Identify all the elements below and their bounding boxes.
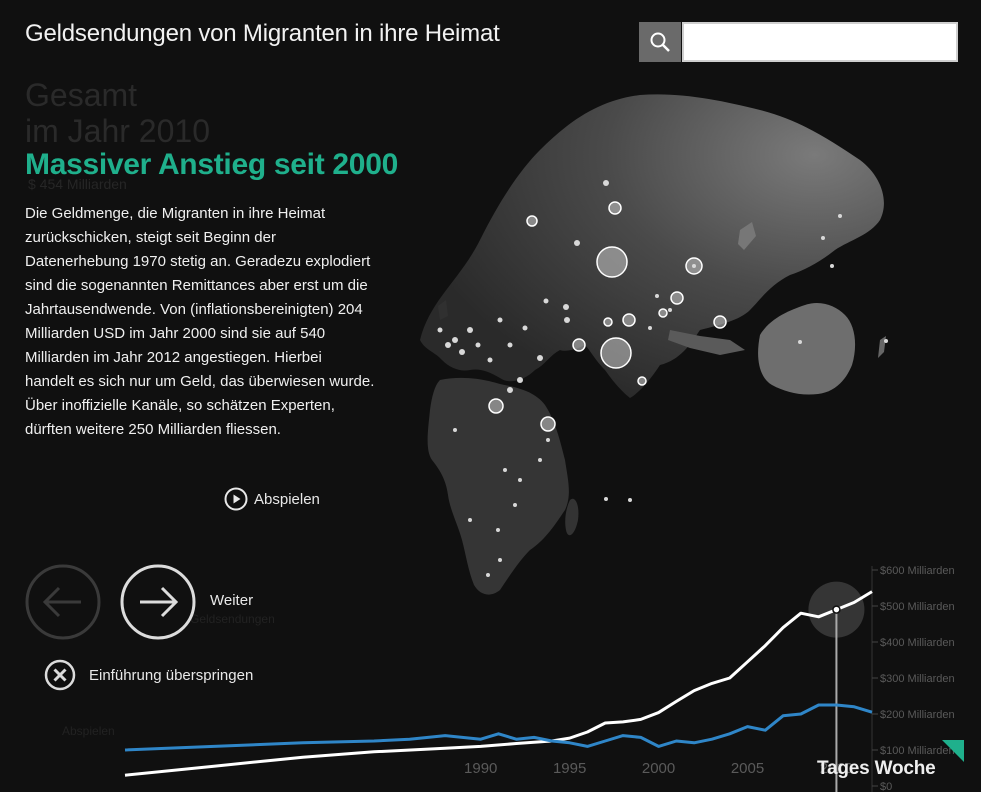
bubble-india[interactable]	[600, 337, 632, 369]
land-newzealand	[878, 336, 886, 358]
play-label: Abspielen	[254, 490, 320, 508]
bubble-bangladesh[interactable]	[622, 313, 636, 327]
bubble-pakistan[interactable]	[572, 338, 586, 352]
y-tick-label: $500 Milliarden	[880, 601, 955, 613]
y-tick-label: $100 Milliarden	[880, 745, 955, 757]
intro-body: Die Geldmenge, die Migranten in ihre Hei…	[25, 205, 375, 438]
series-line-secondary	[124, 703, 873, 752]
series-line-total	[124, 590, 873, 777]
search-icon	[650, 32, 670, 52]
land-madagascar	[565, 498, 579, 536]
ghost-total-label: Gesamt	[25, 77, 138, 113]
y-tick-label: $0	[880, 781, 892, 792]
search-button[interactable]	[639, 22, 681, 62]
bubble-vietnam[interactable]	[670, 291, 684, 305]
bubble-russia[interactable]	[608, 201, 622, 215]
play-button[interactable]: Abspielen	[224, 486, 320, 512]
x-tick-label: 1990	[464, 760, 497, 777]
bubble-kazakhstan[interactable]	[526, 215, 538, 227]
y-tick-label: $400 Milliarden	[880, 637, 955, 649]
page-title: Geldsendungen von Migranten in ihre Heim…	[25, 20, 500, 47]
highlight-point	[832, 605, 841, 614]
land-australia	[758, 303, 856, 395]
x-tick-label: 2005	[731, 760, 764, 777]
y-tick-label: $300 Milliarden	[880, 673, 955, 685]
bubble-lebanon[interactable]	[540, 416, 556, 432]
intro-headline: Massiver Anstieg seit 2000	[25, 148, 398, 181]
brand-logo: Tages Woche	[817, 758, 936, 779]
y-tick-label: $200 Milliarden	[880, 709, 955, 721]
remittance-chart[interactable]: $0 $100 Milliarden $200 Milliarden $300 Mil…	[0, 540, 981, 792]
ghost-year-label: im Jahr 2010	[25, 113, 210, 149]
bubble-egypt[interactable]	[488, 398, 504, 414]
bubble-china[interactable]	[596, 246, 628, 278]
bubble-nigeria[interactable]	[637, 376, 647, 386]
bubble-nepal[interactable]	[658, 308, 668, 318]
x-tick-label: 1995	[553, 760, 586, 777]
play-circle-icon	[224, 487, 248, 511]
search-box	[639, 22, 960, 62]
search-input[interactable]	[682, 22, 958, 62]
bubble-indonesia[interactable]	[713, 315, 727, 329]
x-tick-label: 2000	[642, 760, 675, 777]
y-tick-label: $600 Milliarden	[880, 565, 955, 577]
bubble-srilanka[interactable]	[603, 317, 613, 327]
